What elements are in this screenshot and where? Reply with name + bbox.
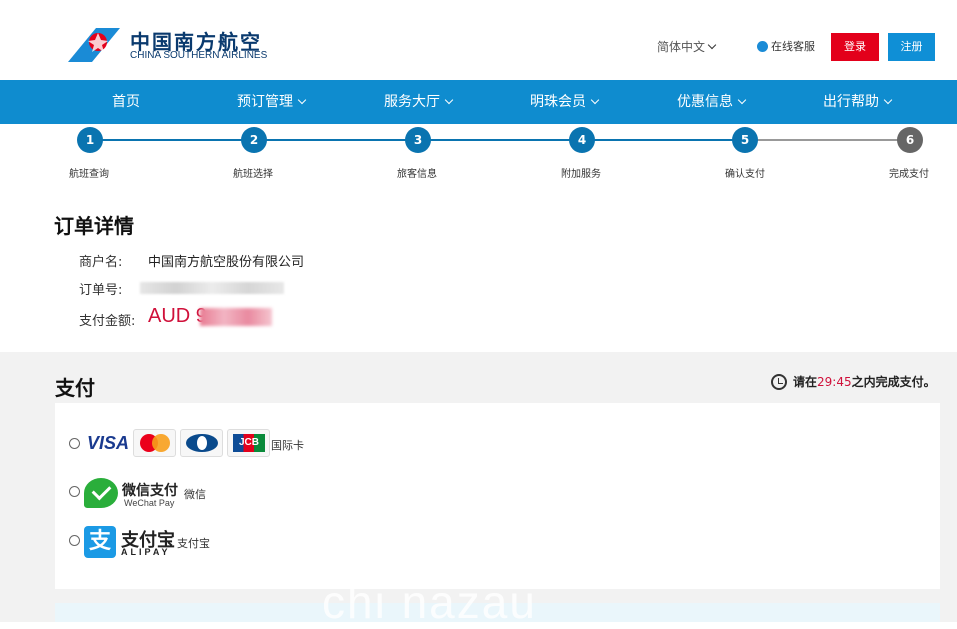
nav-item-promotions[interactable]: 优惠信息 (677, 80, 747, 124)
nav-item-label: 明珠会员 (530, 94, 586, 110)
nav-item-service-hall[interactable]: 服务大厅 (384, 80, 454, 124)
progress-line-pending (745, 139, 910, 141)
nav-item-booking[interactable]: 预订管理 (237, 80, 307, 124)
merchant-label: 商户名: (79, 255, 123, 270)
nav-item-home[interactable]: 首页 (112, 80, 140, 124)
alipay-label: 支付宝 (177, 537, 210, 550)
amount-redacted (200, 308, 272, 326)
order-number-redacted (140, 282, 284, 294)
chevron-down-icon (707, 40, 717, 50)
card-label: 国际卡 (271, 439, 304, 452)
payment-title: 支付 (55, 376, 95, 400)
airline-logo[interactable]: 中国南方航空 CHINA SOUTHERN AIRLINES (68, 24, 278, 66)
step-label: 确认支付 (725, 169, 765, 180)
chevron-down-icon (590, 95, 600, 105)
wechat-pay-name-en: WeChat Pay (124, 498, 175, 508)
nav-item-travel-help[interactable]: 出行帮助 (823, 80, 893, 124)
customer-service-icon (757, 40, 768, 52)
clock-icon (771, 373, 787, 390)
step-circle: 4 (569, 127, 595, 153)
site-header: 中国南方航空 CHINA SOUTHERN AIRLINES 简体中文 在线客服… (0, 0, 957, 80)
step-label: 附加服务 (561, 169, 601, 180)
card-radio[interactable] (69, 438, 80, 449)
step-label: 航班查询 (69, 169, 109, 180)
timer-prefix: 请在 (793, 375, 818, 389)
step-circle: 3 (405, 127, 431, 153)
step-label: 完成支付 (889, 169, 929, 180)
alipay-radio[interactable] (69, 535, 80, 546)
kapok-logo-icon (68, 28, 120, 62)
online-service-link[interactable]: 在线客服 (757, 38, 815, 54)
step-circle: 1 (77, 127, 103, 153)
timer-suffix: 之内完成支付。 (851, 375, 936, 389)
order-number-label: 订单号: (79, 283, 123, 298)
nav-item-label: 出行帮助 (823, 94, 879, 110)
step-circle: 2 (241, 127, 267, 153)
alipay-icon: 支 (84, 526, 116, 558)
timer-value: 29:45 (817, 375, 852, 389)
amount-value: AUD 9 (148, 305, 207, 327)
nav-item-membership[interactable]: 明珠会员 (530, 80, 600, 124)
nav-item-label: 预订管理 (237, 94, 293, 110)
booking-progress: 1 航班查询 2 航班选择 3 旅客信息 4 附加服务 5 确认支付 6 完成支… (0, 124, 957, 184)
nav-item-label: 服务大厅 (384, 94, 440, 110)
alipay-name-en: ALIPAY (121, 547, 171, 557)
order-details-title: 订单详情 (54, 214, 134, 238)
jcb-logo-icon: JCB (227, 429, 270, 457)
chevron-down-icon (737, 95, 747, 105)
register-button[interactable]: 注册 (888, 33, 935, 61)
mastercard-logo-icon (133, 429, 176, 457)
language-selector[interactable]: 简体中文 (657, 38, 717, 55)
wechat-label: 微信 (184, 488, 206, 501)
merchant-value: 中国南方航空股份有限公司 (148, 255, 305, 270)
chevron-down-icon (883, 95, 893, 105)
chevron-down-icon (297, 95, 307, 105)
wechat-radio[interactable] (69, 486, 80, 497)
payment-timer: 请在29:45之内完成支付。 (771, 373, 936, 391)
diners-inner (197, 436, 207, 450)
jcb-text: JCB (233, 434, 265, 452)
login-button[interactable]: 登录 (831, 33, 879, 61)
online-service-label: 在线客服 (771, 40, 815, 53)
nav-item-label: 首页 (112, 94, 140, 110)
main-nav: 首页 预订管理 服务大厅 明珠会员 优惠信息 出行帮助 (0, 80, 957, 124)
visa-logo-icon: VISA (87, 433, 130, 453)
watermark-text: chi nazau (322, 576, 537, 628)
language-label: 简体中文 (657, 40, 706, 54)
wechat-pay-icon (84, 478, 118, 508)
wechat-pay-name: 微信支付 (122, 483, 178, 499)
chevron-down-icon (444, 95, 454, 105)
mastercard-circle-orange (152, 434, 170, 452)
logo-text-en: CHINA SOUTHERN AIRLINES (130, 50, 268, 61)
nav-item-label: 优惠信息 (677, 94, 733, 110)
step-label: 航班选择 (233, 169, 273, 180)
step-label: 旅客信息 (397, 169, 437, 180)
diners-club-logo-icon (180, 429, 223, 457)
step-circle: 5 (732, 127, 758, 153)
step-circle: 6 (897, 127, 923, 153)
amount-label: 支付金额: (79, 314, 136, 329)
